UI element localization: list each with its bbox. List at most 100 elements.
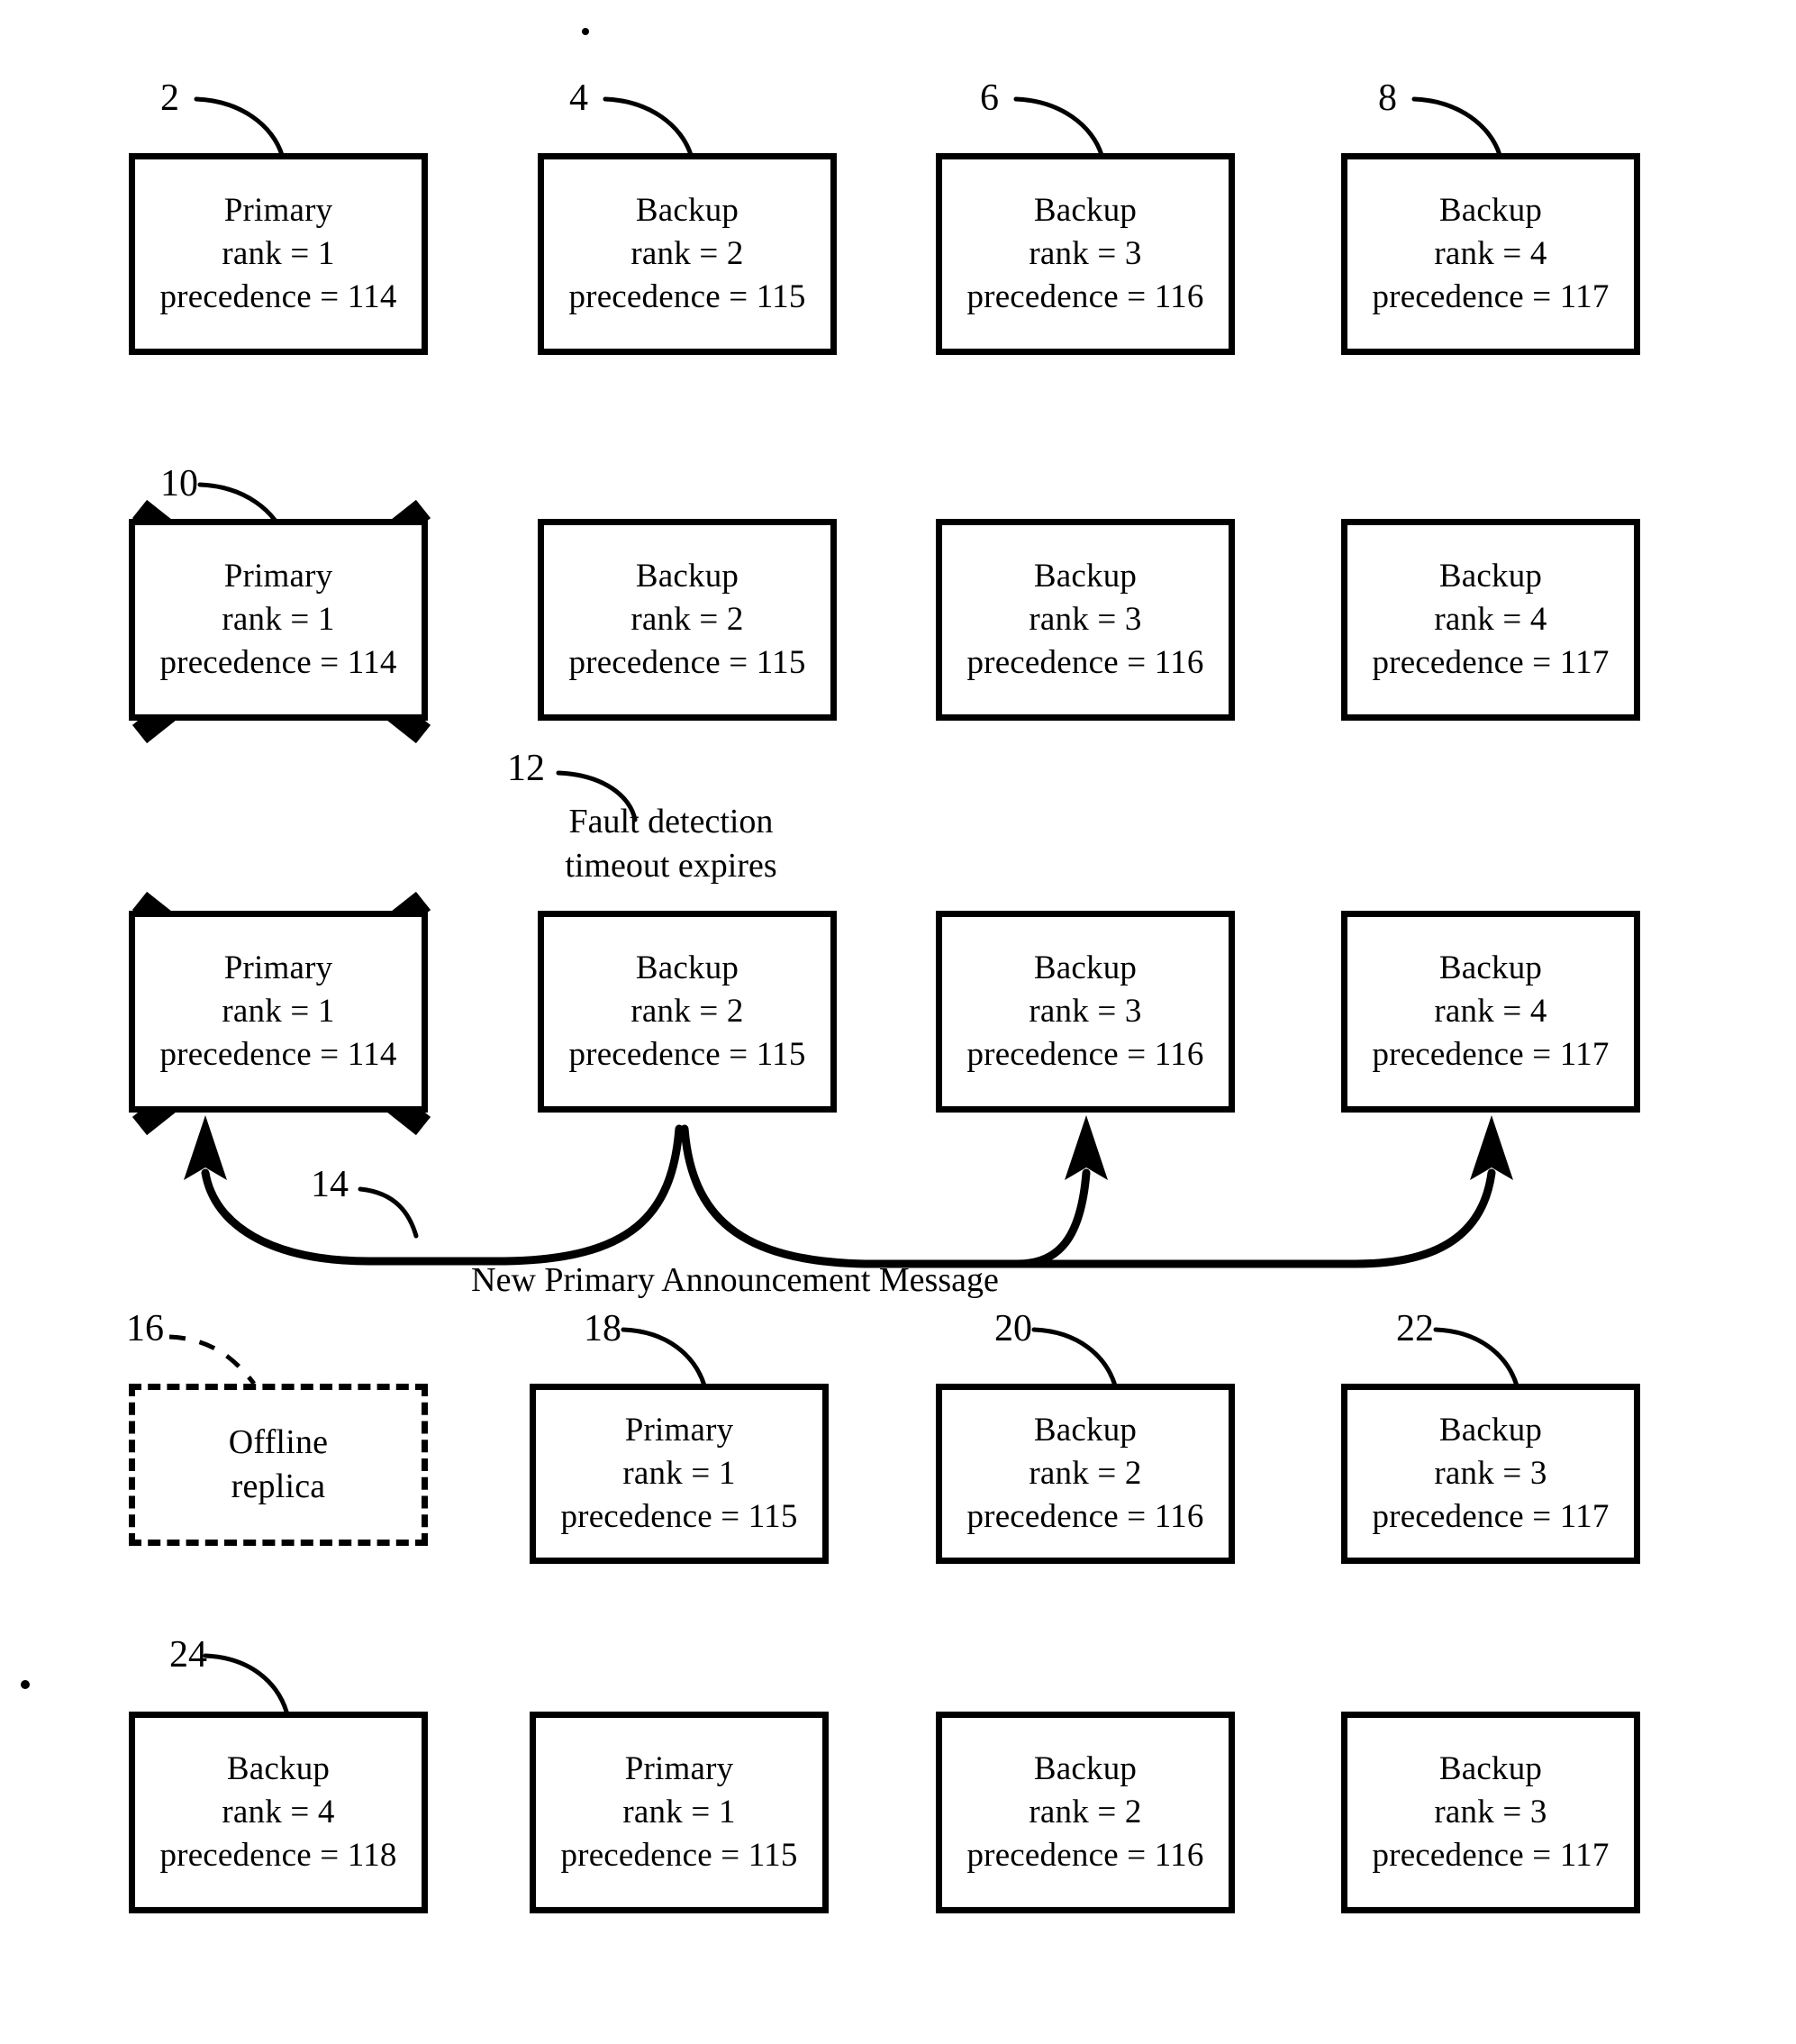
ref-numeral-14: 14: [311, 1164, 349, 1205]
replica-role: Backup: [1438, 949, 1543, 986]
replica-rank: rank = 1: [222, 234, 335, 272]
replica-precedence: precedence = 115: [568, 278, 806, 316]
replica-box-row5-backup3[interactable]: Backup rank = 3 precedence = 117: [1341, 1712, 1640, 1913]
replica-role: Backup: [635, 191, 739, 229]
ref-numeral-22: 22: [1396, 1308, 1434, 1349]
leader-line-22: [1433, 1327, 1519, 1388]
replica-box-row2-backup2[interactable]: Backup rank = 2 precedence = 115: [538, 519, 837, 721]
ref-numeral-16: 16: [126, 1308, 164, 1349]
arrowhead-to-backup4: [1470, 1115, 1513, 1180]
replica-rank: rank = 2: [1029, 1454, 1142, 1492]
replica-rank: rank = 4: [1434, 992, 1547, 1030]
replica-box-row5-primary[interactable]: Primary rank = 1 precedence = 115: [530, 1712, 829, 1913]
replica-precedence: precedence = 115: [560, 1837, 798, 1875]
replica-rank: rank = 1: [222, 600, 335, 638]
arrowhead-to-backup3: [1065, 1115, 1108, 1180]
replica-box-22[interactable]: Backup rank = 3 precedence = 117: [1341, 1384, 1640, 1564]
replica-precedence: precedence = 115: [560, 1498, 798, 1536]
ref-numeral-6: 6: [980, 77, 999, 119]
replica-role: Backup: [1033, 1749, 1138, 1787]
new-primary-announcement-caption: New Primary Announcement Message: [471, 1261, 999, 1299]
ref-numeral-8: 8: [1378, 77, 1397, 119]
replica-role: Primary: [223, 949, 333, 986]
replica-box-10-failed[interactable]: Primary rank = 1 precedence = 114: [129, 519, 428, 721]
leader-line-14: [358, 1186, 419, 1239]
replica-precedence: precedence = 116: [966, 1498, 1204, 1536]
replica-role: Backup: [226, 1749, 331, 1787]
ref-numeral-20: 20: [994, 1308, 1032, 1349]
replica-role: Backup: [1033, 191, 1138, 229]
replica-role: Backup: [1033, 949, 1138, 986]
replica-rank: rank = 1: [622, 1454, 736, 1492]
replica-role: Backup: [635, 557, 739, 595]
offline-replica-line2: replica: [231, 1467, 326, 1505]
replica-box-row3-backup3[interactable]: Backup rank = 3 precedence = 116: [936, 911, 1235, 1113]
replica-precedence: precedence = 117: [1372, 1036, 1610, 1074]
replica-rank: rank = 3: [1029, 234, 1142, 272]
top-stray-dot: [582, 28, 589, 35]
ref-numeral-4: 4: [569, 77, 588, 119]
replica-box-row2-backup3[interactable]: Backup rank = 3 precedence = 116: [936, 519, 1235, 721]
replica-precedence: precedence = 115: [568, 1036, 806, 1074]
leader-line-8: [1411, 96, 1502, 158]
replica-rank: rank = 1: [622, 1793, 736, 1831]
replica-box-row5-backup2[interactable]: Backup rank = 2 precedence = 116: [936, 1712, 1235, 1913]
leader-line-18: [621, 1327, 707, 1388]
replica-precedence: precedence = 116: [966, 1036, 1204, 1074]
ref-numeral-2: 2: [160, 77, 179, 119]
leader-line-20: [1031, 1327, 1118, 1388]
replica-box-row3-backup4[interactable]: Backup rank = 4 precedence = 117: [1341, 911, 1640, 1113]
ref-numeral-24: 24: [169, 1634, 207, 1676]
leader-line-6: [1013, 96, 1104, 158]
replica-rank: rank = 3: [1029, 600, 1142, 638]
replica-box-16-offline[interactable]: Offline replica: [129, 1384, 428, 1546]
replica-role: Primary: [624, 1411, 734, 1449]
replica-box-row3-backup2[interactable]: Backup rank = 2 precedence = 115: [538, 911, 837, 1113]
leader-line-16: [168, 1334, 256, 1385]
replica-precedence: precedence = 114: [159, 278, 397, 316]
offline-replica-line1: Offline: [228, 1422, 329, 1461]
replica-box-6[interactable]: Backup rank = 3 precedence = 116: [936, 153, 1235, 355]
replica-box-row2-backup4[interactable]: Backup rank = 4 precedence = 117: [1341, 519, 1640, 721]
replica-role: Primary: [624, 1749, 734, 1787]
replica-rank: rank = 2: [630, 234, 744, 272]
replica-role: Backup: [1438, 1749, 1543, 1787]
replica-role: Backup: [1033, 1411, 1138, 1449]
replica-precedence: precedence = 117: [1372, 644, 1610, 682]
new-primary-announcement-arrows: [184, 1115, 1513, 1268]
ref-numeral-12: 12: [507, 748, 545, 789]
arrowhead-to-offline: [184, 1115, 227, 1180]
replica-box-4[interactable]: Backup rank = 2 precedence = 115: [538, 153, 837, 355]
replica-precedence: precedence = 116: [966, 644, 1204, 682]
replica-rank: rank = 3: [1434, 1454, 1547, 1492]
replica-rank: rank = 4: [222, 1793, 335, 1831]
replica-rank: rank = 2: [1029, 1793, 1142, 1831]
replica-precedence: precedence = 117: [1372, 1837, 1610, 1875]
ref-numeral-18: 18: [584, 1308, 621, 1349]
replica-precedence: precedence = 116: [966, 1837, 1204, 1875]
replica-box-2[interactable]: Primary rank = 1 precedence = 114: [129, 153, 428, 355]
ref-numeral-10: 10: [160, 463, 198, 504]
replica-box-20[interactable]: Backup rank = 2 precedence = 116: [936, 1384, 1235, 1564]
replica-role: Primary: [223, 557, 333, 595]
replica-precedence: precedence = 116: [966, 278, 1204, 316]
replica-rank: rank = 1: [222, 992, 335, 1030]
replica-rank: rank = 3: [1434, 1793, 1547, 1831]
replica-box-24[interactable]: Backup rank = 4 precedence = 118: [129, 1712, 428, 1913]
replica-box-18[interactable]: Primary rank = 1 precedence = 115: [530, 1384, 829, 1564]
replica-role: Backup: [1438, 1411, 1543, 1449]
replica-precedence: precedence = 118: [159, 1837, 397, 1875]
replica-box-row3-failed-primary[interactable]: Primary rank = 1 precedence = 114: [129, 911, 428, 1113]
replica-precedence: precedence = 114: [159, 1036, 397, 1074]
replica-rank: rank = 2: [630, 600, 744, 638]
replica-precedence: precedence = 114: [159, 644, 397, 682]
replica-precedence: precedence = 115: [568, 644, 806, 682]
leader-line-4: [603, 96, 694, 158]
replica-rank: rank = 4: [1434, 234, 1547, 272]
replica-box-8[interactable]: Backup rank = 4 precedence = 117: [1341, 153, 1640, 355]
replica-precedence: precedence = 117: [1372, 1498, 1610, 1536]
fault-detection-caption-line2: timeout expires: [565, 846, 777, 885]
replica-rank: rank = 2: [630, 992, 744, 1030]
left-stray-dot: [21, 1680, 30, 1689]
replica-rank: rank = 3: [1029, 992, 1142, 1030]
